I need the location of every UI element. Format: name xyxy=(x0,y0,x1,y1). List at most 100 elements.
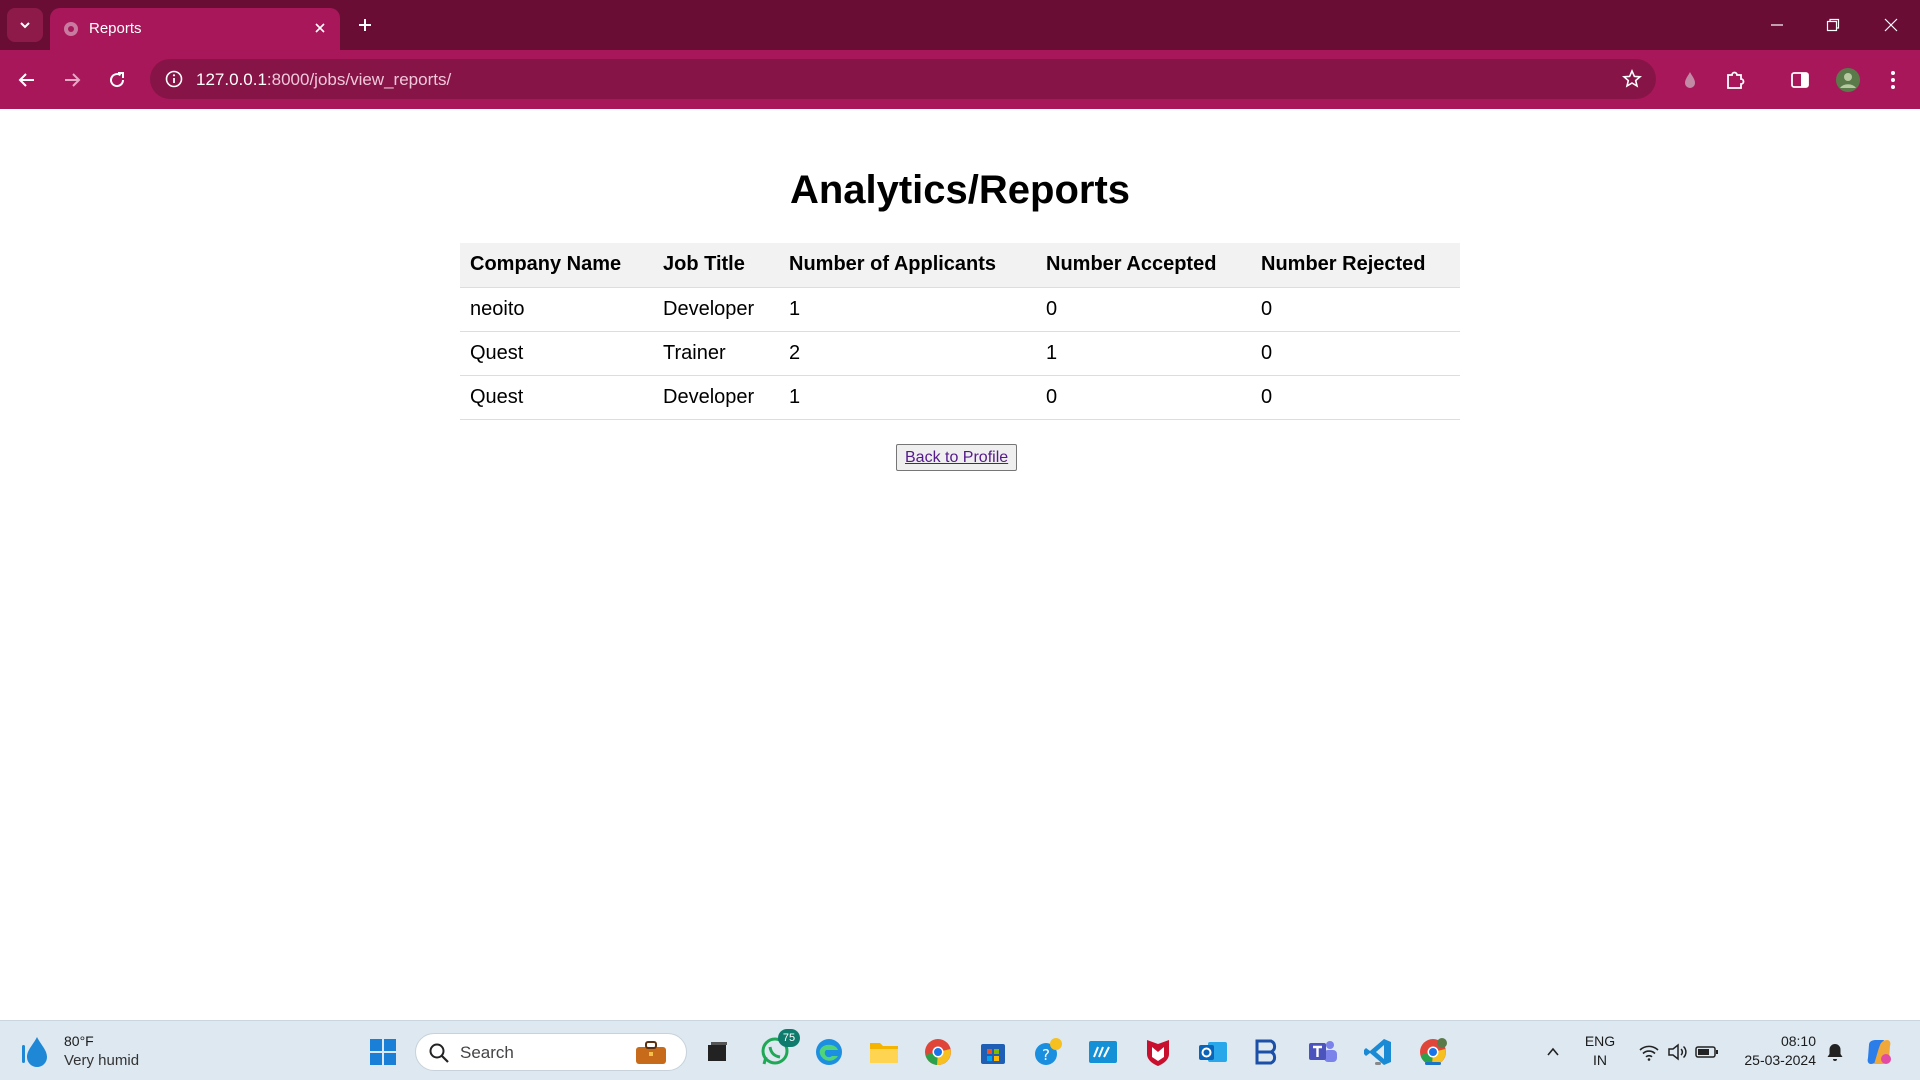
column-header-number-accepted: Number Accepted xyxy=(1036,243,1251,288)
minimize-button[interactable] xyxy=(1754,8,1800,42)
back-to-profile-link[interactable]: Back to Profile xyxy=(905,449,1008,467)
minimize-icon xyxy=(1771,24,1783,26)
back-button[interactable] xyxy=(11,64,43,96)
close-window-button[interactable] xyxy=(1868,8,1914,42)
cell-number-accepted: 0 xyxy=(1036,375,1251,420)
outlook-icon xyxy=(1199,1042,1227,1062)
site-info-button[interactable] xyxy=(162,67,186,91)
taskbar-app-task-view[interactable] xyxy=(700,1035,734,1069)
active-indicator xyxy=(1425,1062,1441,1065)
page-title: Analytics/Reports xyxy=(789,168,1131,212)
taskbar-app-edge[interactable] xyxy=(812,1035,846,1069)
address-bar[interactable]: 127.0.0.1:8000/jobs/view_reports/ xyxy=(150,59,1656,99)
browser-menu-button[interactable] xyxy=(1877,64,1909,96)
cell-job-title: Trainer xyxy=(653,331,779,376)
extensions-menu-button[interactable] xyxy=(1719,64,1751,96)
cell-company-name: Quest xyxy=(460,375,653,420)
bell-icon xyxy=(1827,1044,1843,1061)
url-text: 127.0.0.1:8000/jobs/view_reports/ xyxy=(196,70,451,90)
browser-tabstrip: Reports xyxy=(0,0,1920,50)
copilot-button[interactable] xyxy=(1862,1035,1896,1069)
help-icon: ? xyxy=(1035,1038,1062,1065)
taskbar-app-myhp[interactable] xyxy=(1086,1035,1120,1069)
taskbar-app-mcafee[interactable] xyxy=(1141,1035,1175,1069)
taskbar-app-help[interactable]: ? xyxy=(1031,1035,1065,1069)
notifications-button[interactable] xyxy=(1818,1035,1852,1069)
search-placeholder: Search xyxy=(460,1043,514,1062)
cell-number-rejected: 0 xyxy=(1251,287,1460,332)
tab-title: Reports xyxy=(89,20,142,37)
cell-company-name: neoito xyxy=(460,287,653,332)
side-panel-button[interactable] xyxy=(1784,64,1816,96)
chrome-icon xyxy=(925,1039,951,1066)
restore-icon xyxy=(1826,18,1840,32)
star-icon xyxy=(1622,69,1642,88)
info-icon xyxy=(165,70,183,88)
close-icon xyxy=(315,23,325,33)
cell-company-name: Quest xyxy=(460,331,653,376)
start-button[interactable] xyxy=(366,1035,400,1069)
extension-button[interactable] xyxy=(1674,64,1706,96)
teams-icon xyxy=(1309,1041,1337,1062)
side-panel-icon xyxy=(1791,72,1809,88)
taskbar-app-vscode[interactable] xyxy=(1361,1035,1395,1069)
taskbar-app-b[interactable] xyxy=(1251,1035,1285,1069)
url-host: 127.0.0.1 xyxy=(196,70,267,89)
clock[interactable]: 08:10 25-03-2024 xyxy=(1736,1031,1816,1071)
battery-button[interactable] xyxy=(1690,1035,1724,1069)
restore-button[interactable] xyxy=(1810,8,1856,42)
cell-number-accepted: 0 xyxy=(1036,287,1251,332)
taskbar-app-outlook[interactable] xyxy=(1196,1035,1230,1069)
close-tab-button[interactable] xyxy=(310,18,330,38)
page-content: Analytics/Reports Company Name Job Title… xyxy=(0,109,1920,1020)
globe-icon xyxy=(64,22,78,36)
briefcase-icon xyxy=(636,1041,666,1064)
show-hidden-icons-button[interactable] xyxy=(1536,1035,1570,1069)
back-to-profile-button[interactable]: Back to Profile xyxy=(896,444,1018,471)
taskbar-app-teams[interactable] xyxy=(1306,1035,1340,1069)
battery-icon xyxy=(1695,1046,1718,1058)
extension-drop-icon xyxy=(1685,72,1695,88)
forward-button[interactable] xyxy=(56,64,88,96)
table-row: Quest Developer 1 0 0 xyxy=(460,375,1460,420)
clock-time: 08:10 xyxy=(1780,1033,1816,1049)
taskbar-app-whatsapp[interactable]: 75 xyxy=(758,1029,800,1069)
language-region: IN xyxy=(1593,1052,1607,1068)
bookmark-button[interactable] xyxy=(1620,67,1644,91)
chevron-up-icon xyxy=(1547,1047,1559,1056)
more-vertical-icon xyxy=(1891,71,1895,89)
windows-logo-icon xyxy=(370,1039,396,1065)
search-icon xyxy=(429,1043,449,1063)
wifi-icon xyxy=(1639,1045,1659,1061)
table-row: Quest Trainer 2 1 0 xyxy=(460,331,1460,376)
table-row: neoito Developer 1 0 0 xyxy=(460,287,1460,332)
weather-widget[interactable]: 80°F Very humid xyxy=(18,1031,178,1073)
language-indicator[interactable]: ENG IN xyxy=(1582,1031,1618,1071)
taskbar-search[interactable]: Search xyxy=(415,1033,687,1071)
column-header-company-name: Company Name xyxy=(460,243,653,288)
tab-reports[interactable]: Reports xyxy=(50,8,340,50)
cell-number-of-applicants: 1 xyxy=(779,287,1036,332)
taskbar-app-chrome[interactable] xyxy=(921,1035,955,1069)
new-tab-button[interactable] xyxy=(352,12,378,38)
taskbar: 80°F Very humid Search 75 ? ENG IN 08:10… xyxy=(0,1020,1920,1080)
reload-icon xyxy=(110,72,125,88)
weather-temperature: 80°F xyxy=(64,1033,94,1049)
taskbar-app-chrome-active[interactable] xyxy=(1416,1035,1450,1069)
copilot-icon xyxy=(1867,1040,1891,1064)
taskbar-app-file-explorer[interactable] xyxy=(867,1035,901,1069)
notification-badge: 75 xyxy=(778,1029,800,1047)
taskbar-app-store[interactable] xyxy=(976,1035,1010,1069)
column-header-number-of-applicants: Number of Applicants xyxy=(779,243,1036,288)
edge-icon xyxy=(816,1039,842,1065)
column-header-job-title: Job Title xyxy=(653,243,779,288)
language-code: ENG xyxy=(1584,1033,1616,1049)
column-header-number-rejected: Number Rejected xyxy=(1251,243,1460,288)
url-path: :8000/jobs/view_reports/ xyxy=(266,70,452,89)
tab-search-button[interactable] xyxy=(7,8,43,42)
puzzle-icon xyxy=(1727,71,1745,89)
profile-button[interactable] xyxy=(1832,64,1864,96)
cell-job-title: Developer xyxy=(653,287,779,332)
reload-button[interactable] xyxy=(101,64,133,96)
clock-date: 25-03-2024 xyxy=(1744,1052,1816,1068)
